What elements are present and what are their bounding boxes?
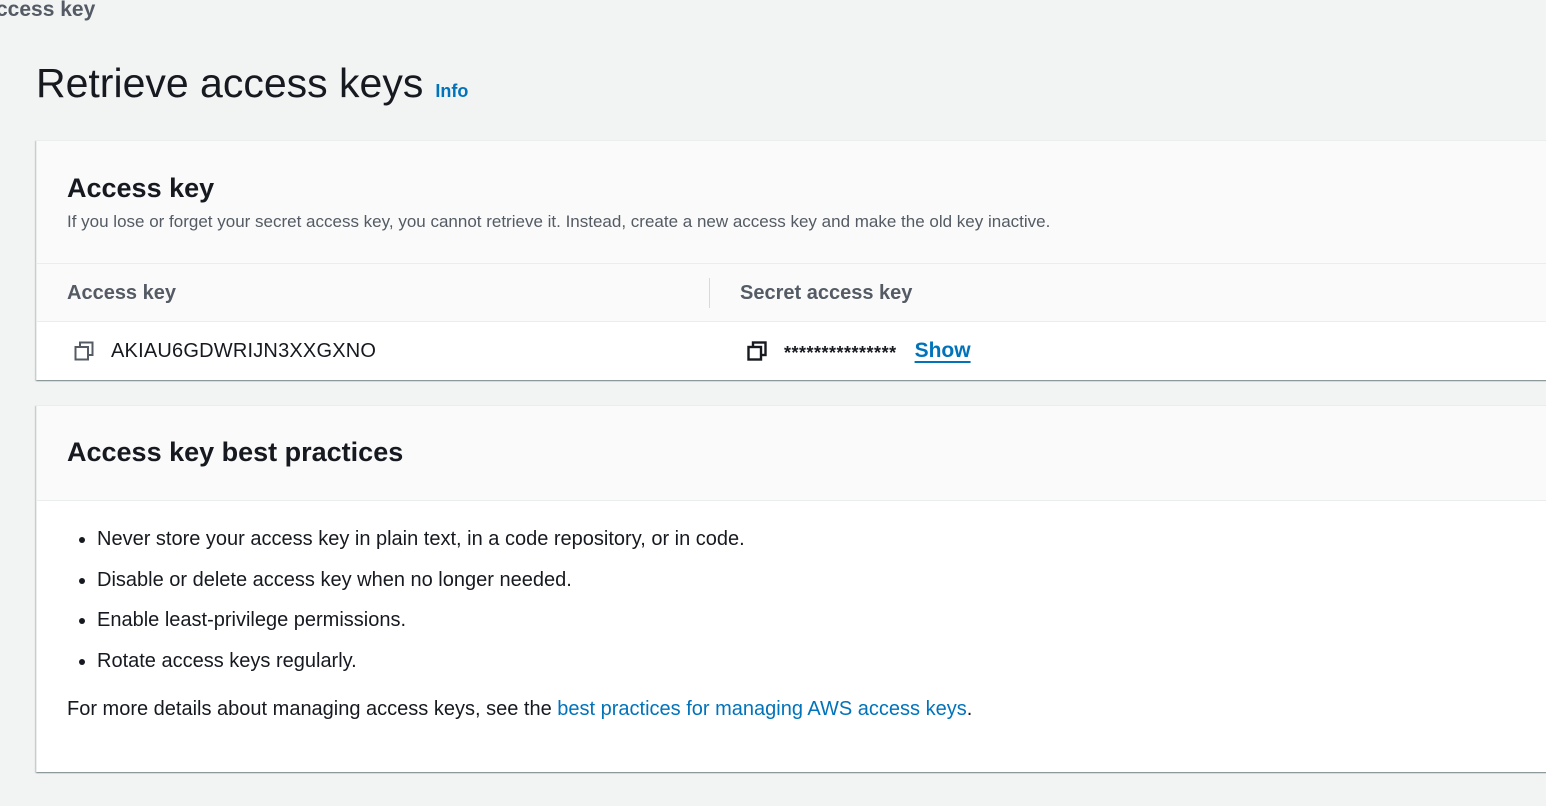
access-key-value: AKIAU6GDWRIJN3XXGXNO <box>111 339 377 362</box>
best-practices-list: Never store your access key in plain tex… <box>67 525 1536 675</box>
key-table-header: Access key Secret access key <box>37 264 1546 322</box>
more-details-prefix: For more details about managing access k… <box>67 697 558 720</box>
secret-access-key-cell: *************** Show <box>710 339 971 363</box>
best-practices-panel-header: Access key best practices <box>37 406 1546 501</box>
access-key-cell: AKIAU6GDWRIJN3XXGXNO <box>37 340 710 363</box>
access-key-panel: Access key If you lose or forget your se… <box>36 140 1546 380</box>
more-details-text: For more details about managing access k… <box>67 695 1536 723</box>
best-practices-link[interactable]: best practices for managing AWS access k… <box>557 698 966 720</box>
column-header-access-key: Access key <box>67 281 176 304</box>
list-item: Disable or delete access key when no lon… <box>97 566 1536 594</box>
access-key-panel-description: If you lose or forget your secret access… <box>67 212 1051 231</box>
info-link[interactable]: Info <box>435 81 468 102</box>
column-header-secret-access-key: Secret access key <box>740 281 913 304</box>
page-header: Retrieve access keys Info <box>36 58 468 108</box>
copy-icon[interactable] <box>746 340 768 362</box>
breadcrumb[interactable]: ccess key <box>0 0 95 22</box>
copy-icon[interactable] <box>73 340 95 362</box>
best-practices-panel: Access key best practices Never store yo… <box>36 405 1546 772</box>
show-secret-button[interactable]: Show <box>915 339 971 363</box>
list-item: Rotate access keys regularly. <box>97 647 1536 675</box>
list-item: Enable least-privilege permissions. <box>97 606 1536 634</box>
page-title: Retrieve access keys <box>36 60 424 106</box>
more-details-suffix: . <box>966 697 973 720</box>
secret-access-key-masked: *************** <box>784 342 897 363</box>
table-row: AKIAU6GDWRIJN3XXGXNO *************** Sho… <box>37 322 1546 380</box>
best-practices-body: Never store your access key in plain tex… <box>37 501 1546 723</box>
access-key-panel-header: Access key If you lose or forget your se… <box>37 141 1546 264</box>
list-item: Never store your access key in plain tex… <box>97 525 1536 553</box>
access-key-panel-heading: Access key <box>67 173 215 203</box>
best-practices-heading: Access key best practices <box>67 437 404 467</box>
